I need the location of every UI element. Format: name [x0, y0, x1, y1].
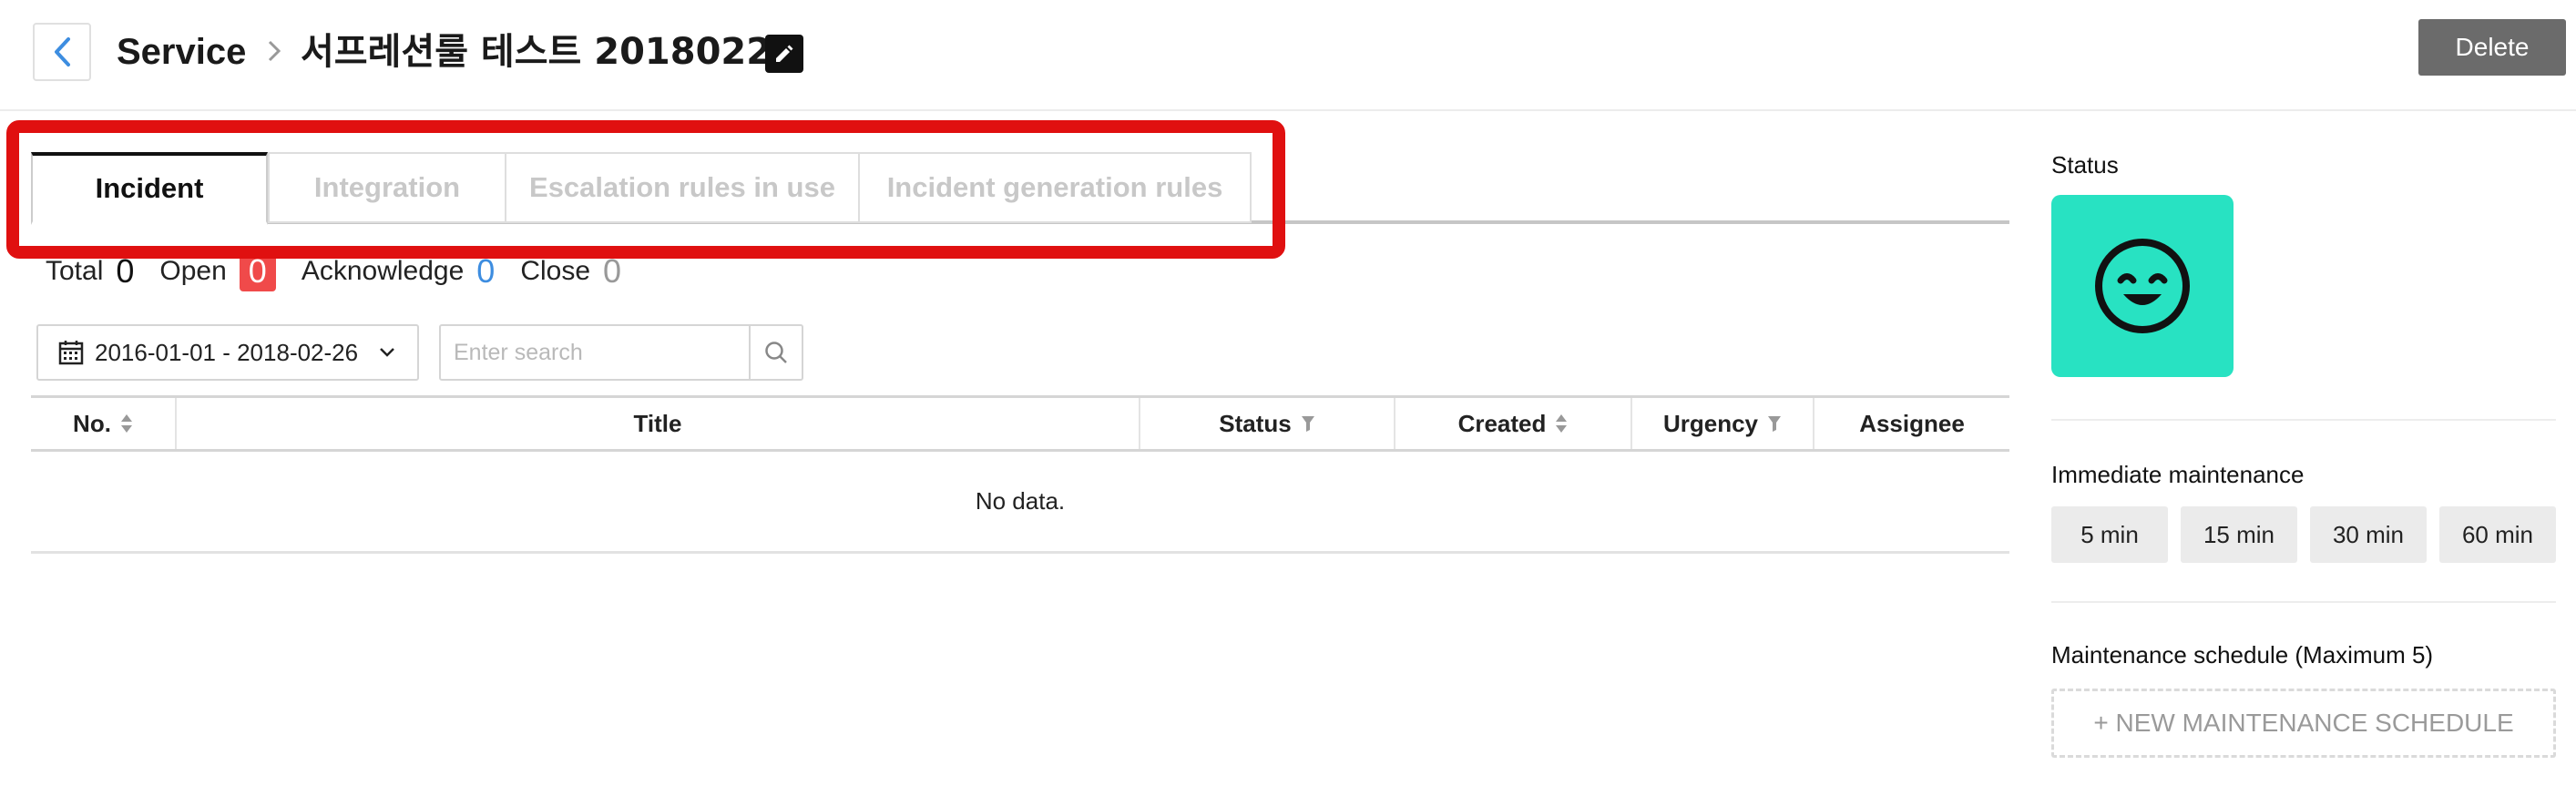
total-label: Total: [46, 256, 104, 286]
column-status[interactable]: Status: [1140, 398, 1395, 449]
date-range-picker[interactable]: 2016-01-01 - 2018-02-26: [36, 324, 419, 381]
filter-icon: [1301, 414, 1315, 433]
column-urgency-label: Urgency: [1662, 409, 1759, 437]
empty-state: No data.: [31, 452, 2009, 554]
divider: [2051, 419, 2556, 421]
sort-icon: [120, 413, 133, 434]
tab-incident-generation-rules[interactable]: Incident generation rules: [858, 152, 1252, 223]
column-no-label: No.: [73, 409, 111, 437]
incident-counts: Total 0 Open 0 Acknowledge 0 Close 0: [46, 246, 647, 297]
open-label: Open: [159, 256, 227, 286]
pencil-icon: [776, 45, 793, 62]
search-button[interactable]: [749, 326, 802, 379]
close-label: Close: [520, 256, 591, 286]
divider: [2051, 601, 2556, 603]
table-header: No. Title Status Created Urgency Assigne…: [31, 395, 2009, 452]
total-count: 0: [116, 252, 135, 290]
maintenance-60-min-button[interactable]: 60 min: [2439, 506, 2556, 563]
column-urgency[interactable]: Urgency: [1632, 398, 1814, 449]
chevron-left-icon: [55, 37, 70, 66]
search-input[interactable]: [441, 326, 750, 379]
incident-table: No. Title Status Created Urgency Assigne…: [31, 395, 2009, 554]
column-no[interactable]: No.: [31, 398, 177, 449]
smile-face-icon: [2095, 239, 2190, 333]
sort-icon: [1555, 413, 1568, 434]
acknowledge-label: Acknowledge: [301, 256, 465, 286]
date-range-value: 2016-01-01 - 2018-02-26: [95, 338, 359, 366]
tab-integration[interactable]: Integration: [268, 152, 506, 223]
column-status-label: Status: [1219, 409, 1292, 437]
chevron-down-icon: [378, 346, 396, 359]
open-count-badge: 0: [239, 251, 276, 291]
status-label: Status: [2051, 151, 2119, 179]
edit-title-button[interactable]: [765, 35, 803, 73]
acknowledge-count: 0: [476, 252, 496, 290]
breadcrumb-service-link[interactable]: Service: [117, 24, 246, 80]
maintenance-schedule-label: Maintenance schedule (Maximum 5): [2051, 641, 2434, 668]
tab-escalation-rules[interactable]: Escalation rules in use: [505, 152, 860, 223]
page-title: 서프레션룰 테스트 20180220: [301, 31, 797, 73]
calendar-icon: [58, 340, 84, 365]
search-box: [439, 324, 803, 381]
maintenance-5-min-button[interactable]: 5 min: [2051, 506, 2168, 563]
close-count: 0: [603, 252, 622, 290]
tab-incident[interactable]: Incident: [31, 152, 268, 225]
maintenance-15-min-button[interactable]: 15 min: [2181, 506, 2297, 563]
status-indicator: [2051, 195, 2234, 377]
new-maintenance-schedule-button[interactable]: + NEW MAINTENANCE SCHEDULE: [2051, 689, 2556, 758]
immediate-maintenance-label: Immediate maintenance: [2051, 461, 2305, 488]
column-created[interactable]: Created: [1395, 398, 1632, 449]
column-assignee: Assignee: [1859, 409, 1965, 437]
filter-icon: [1767, 414, 1782, 433]
maintenance-30-min-button[interactable]: 30 min: [2310, 506, 2427, 563]
page-header: Service 서프레션룰 테스트 20180220 Delete: [0, 0, 2576, 111]
search-icon: [765, 342, 788, 363]
chevron-right-icon: [259, 33, 290, 69]
delete-button[interactable]: Delete: [2418, 19, 2566, 76]
column-created-label: Created: [1457, 409, 1547, 437]
column-title: Title: [177, 398, 1140, 449]
back-button[interactable]: [33, 23, 91, 81]
